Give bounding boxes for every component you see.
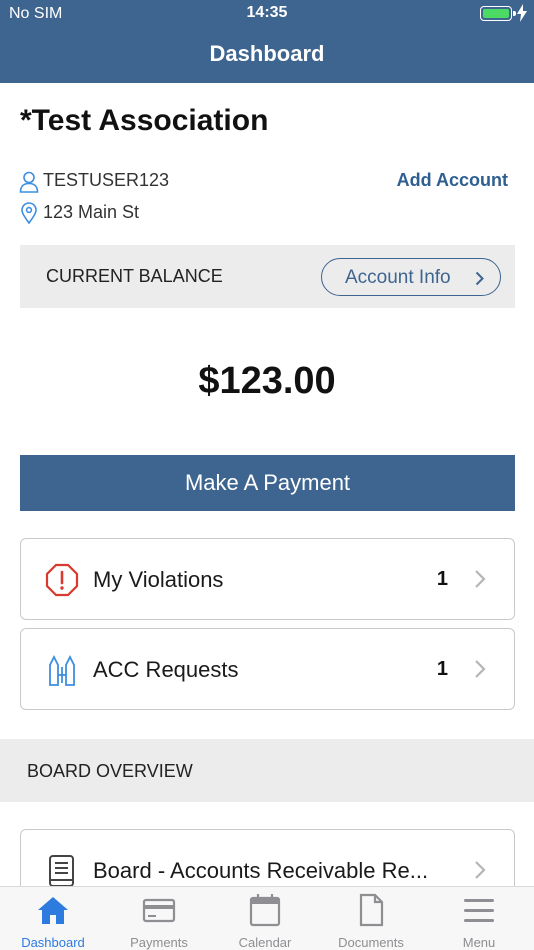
tab-dashboard[interactable]: Dashboard	[0, 887, 106, 950]
charging-bolt-icon	[517, 4, 527, 22]
page-title: Dashboard	[209, 41, 325, 66]
document-icon	[359, 893, 384, 927]
board-overview-title: BOARD OVERVIEW	[27, 761, 193, 781]
user-icon	[19, 171, 39, 193]
tab-calendar[interactable]: Calendar	[212, 887, 318, 950]
chevron-right-icon	[475, 271, 484, 286]
architecture-request-icon	[49, 654, 75, 686]
tab-menu[interactable]: Menu	[426, 887, 532, 950]
board-overview-header: BOARD OVERVIEW	[0, 739, 534, 802]
chevron-right-icon	[475, 570, 486, 588]
account-info-button[interactable]: Account Info	[321, 258, 501, 296]
tab-label: Documents	[338, 935, 404, 950]
tab-payments[interactable]: Payments	[106, 887, 212, 950]
location-pin-icon	[21, 202, 37, 224]
navigation-bar: Dashboard	[0, 27, 534, 83]
acc-requests-card[interactable]: ACC Requests 1	[20, 628, 515, 710]
home-icon	[38, 897, 68, 924]
tab-label: Calendar	[238, 935, 292, 950]
association-name: *Test Association	[20, 104, 269, 137]
current-balance-label: CURRENT BALANCE	[46, 266, 223, 286]
credit-card-icon	[142, 898, 176, 923]
tab-documents[interactable]: Documents	[318, 887, 424, 950]
account-info-label: Account Info	[345, 267, 451, 288]
battery-icon	[480, 6, 516, 21]
username: TESTUSER123	[43, 170, 170, 190]
violations-card[interactable]: My Violations 1	[20, 538, 515, 620]
address: 123 Main St	[43, 202, 140, 222]
tab-label: Payments	[130, 935, 188, 950]
acc-requests-count: 1	[436, 658, 448, 680]
calendar-icon	[249, 894, 281, 927]
alert-octagon-icon	[45, 563, 79, 597]
chevron-right-icon	[475, 861, 486, 879]
current-balance-bar: CURRENT BALANCE Account Info	[20, 245, 515, 308]
add-account-link[interactable]: Add Account	[397, 170, 508, 191]
tab-label: Menu	[462, 935, 496, 950]
make-payment-button[interactable]: Make A Payment	[20, 455, 515, 511]
chevron-right-icon	[475, 660, 486, 678]
tab-label: Dashboard	[21, 935, 85, 950]
balance-amount: $123.00	[198, 360, 336, 402]
acc-requests-label: ACC Requests	[93, 657, 239, 682]
violations-label: My Violations	[93, 567, 224, 592]
book-icon	[49, 855, 74, 887]
board-report-label: Board - Accounts Receivable Re...	[93, 858, 429, 883]
hamburger-menu-icon	[464, 899, 494, 922]
clock: 14:35	[246, 4, 288, 21]
tab-bar: Dashboard Payments Calendar Documents Me…	[0, 886, 534, 950]
status-bar: No SIM 14:35	[0, 0, 534, 27]
violations-count: 1	[436, 568, 448, 590]
